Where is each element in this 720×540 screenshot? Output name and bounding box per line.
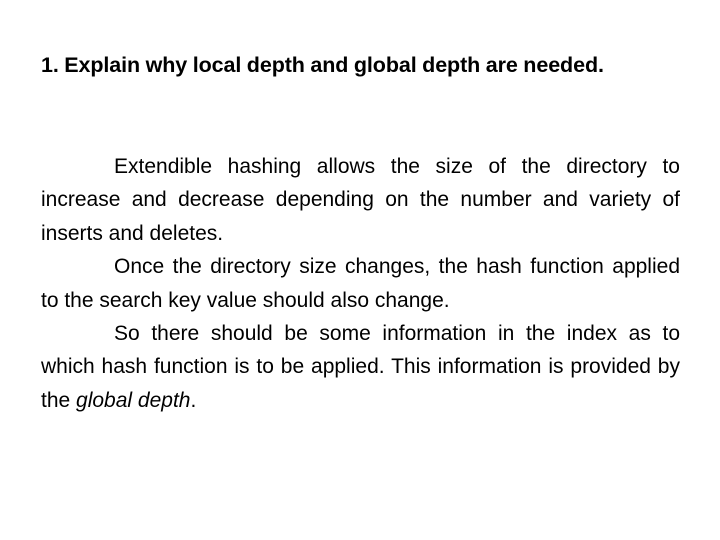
emphasis-global-depth: global depth <box>76 388 191 412</box>
body-content: Extendible hashing allows the size of th… <box>41 150 680 417</box>
paragraph-global-depth: So there should be some information in t… <box>41 317 680 417</box>
paragraph-text: Extendible hashing allows the size of th… <box>41 155 680 245</box>
slide-canvas: 1. Explain why local depth and global de… <box>0 0 720 540</box>
paragraph-tail-text: . <box>190 388 197 412</box>
paragraph-extendible-hashing: Extendible hashing allows the size of th… <box>41 150 680 250</box>
paragraph-hash-function-change: Once the directory size changes, the has… <box>41 250 680 317</box>
page-title: 1. Explain why local depth and global de… <box>41 53 604 77</box>
paragraph-text: Once the directory size changes, the has… <box>41 255 680 312</box>
